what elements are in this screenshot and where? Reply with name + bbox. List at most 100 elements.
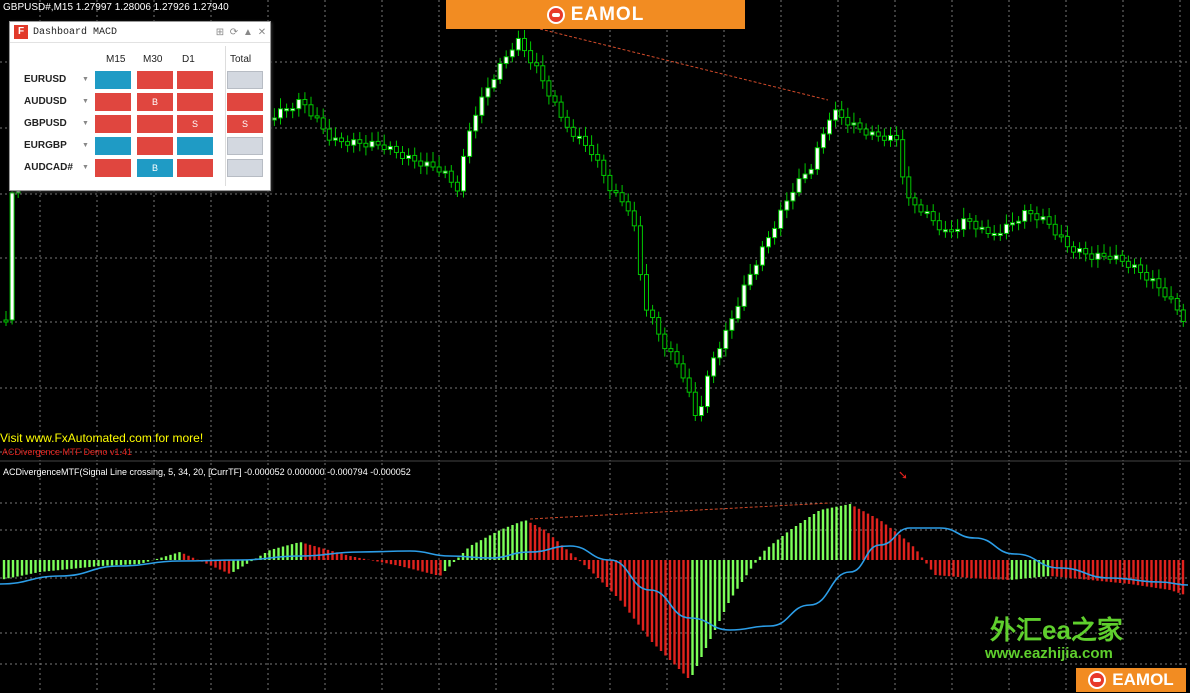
column-header-d1: D1 — [182, 54, 195, 65]
candle-body — [308, 104, 314, 117]
total-cell[interactable] — [227, 159, 263, 177]
signal-cell[interactable]: B — [137, 93, 173, 111]
candle-body — [796, 178, 802, 193]
total-cell[interactable]: S — [227, 115, 263, 133]
candle-body — [881, 135, 887, 141]
candle-body — [546, 80, 552, 97]
candle-body — [393, 145, 399, 153]
grid-icon[interactable]: ⊞ — [214, 27, 226, 38]
total-cell[interactable] — [227, 137, 263, 155]
signal-cell[interactable] — [177, 71, 213, 89]
total-cell[interactable] — [227, 93, 263, 111]
candle-body — [400, 151, 405, 160]
close-icon[interactable]: ✕ — [256, 27, 268, 38]
candle-body — [991, 232, 997, 236]
candle-body — [1052, 223, 1058, 236]
candle-body — [589, 144, 595, 156]
chevron-down-icon[interactable]: ▼ — [82, 142, 89, 149]
candle-body — [387, 145, 393, 150]
bottom-banner-brand: EAMOL — [1112, 670, 1174, 689]
chevron-down-icon[interactable]: ▼ — [82, 98, 89, 105]
candle-body — [1077, 247, 1083, 253]
total-cell[interactable] — [227, 71, 263, 89]
candle-body — [680, 363, 686, 379]
dashboard-title: Dashboard MACD — [33, 26, 118, 38]
candle-body — [644, 274, 649, 311]
pair-label: AUDUSD — [24, 96, 67, 107]
candle-body — [448, 170, 454, 183]
banner-brand: EAMOL — [570, 3, 645, 25]
candle-body — [924, 211, 930, 215]
minimize-icon[interactable]: ▲ — [242, 27, 254, 38]
candle-body — [766, 237, 771, 248]
candle-body — [564, 116, 570, 128]
signal-cell[interactable] — [177, 159, 213, 177]
candle-body — [637, 225, 643, 276]
signal-cell[interactable] — [95, 93, 131, 111]
candle-body — [656, 317, 662, 335]
signal-cell[interactable] — [177, 137, 213, 155]
candle-body — [1144, 271, 1150, 281]
candle-body — [912, 197, 918, 206]
signal-cell[interactable] — [95, 115, 131, 133]
candle-body — [1113, 254, 1119, 260]
candle-body — [1064, 235, 1070, 248]
candle-body — [961, 218, 967, 230]
signal-cell[interactable] — [177, 93, 213, 111]
signal-cell[interactable]: S — [177, 115, 213, 133]
signal-cell[interactable] — [137, 137, 173, 155]
app-icon: F — [14, 25, 28, 39]
candle-body — [430, 161, 436, 168]
candle-body — [412, 154, 418, 162]
candle-body — [552, 95, 558, 103]
candle-body — [936, 220, 942, 231]
candle-body — [363, 142, 369, 148]
candle-body — [973, 220, 979, 230]
candle-body — [375, 140, 381, 146]
candle-body — [851, 122, 857, 126]
candle-body — [497, 63, 503, 80]
chevron-down-icon[interactable]: ▼ — [82, 164, 89, 171]
candle-body — [1028, 210, 1034, 215]
candle-body — [1125, 260, 1131, 268]
candle-body — [723, 329, 729, 350]
chevron-down-icon[interactable]: ▼ — [82, 120, 89, 127]
candle-body — [1022, 210, 1028, 222]
refresh-icon[interactable]: ⟳ — [228, 27, 240, 38]
candle-body — [467, 130, 473, 157]
candle-body — [284, 108, 290, 112]
dashboard-titlebar[interactable]: F Dashboard MACD ⊞ ⟳ ▲ ✕ — [10, 22, 270, 43]
signal-cell[interactable] — [95, 159, 131, 177]
candle-body — [345, 141, 351, 146]
candle-body — [967, 218, 973, 222]
candle-body — [894, 134, 900, 141]
candle-body — [576, 135, 582, 139]
eamol-bottom-banner: EAMOL — [1076, 668, 1186, 692]
signal-cell[interactable]: B — [137, 159, 173, 177]
chevron-down-icon[interactable]: ▼ — [82, 76, 89, 83]
candle-body — [692, 391, 698, 417]
candle-body — [1156, 278, 1162, 289]
candle-body — [705, 375, 710, 408]
signal-cell[interactable] — [137, 115, 173, 133]
candle-body — [1107, 255, 1113, 260]
candle-body — [942, 229, 948, 233]
signal-cell[interactable] — [95, 71, 131, 89]
candle-body — [1034, 213, 1040, 221]
candle-body — [442, 170, 448, 174]
candle-body — [863, 128, 869, 136]
candle-body — [857, 122, 863, 130]
candle-body — [558, 101, 564, 118]
candle-body — [662, 333, 668, 350]
dashboard-panel[interactable]: F Dashboard MACD ⊞ ⟳ ▲ ✕ M15 M30 D1 Tota… — [9, 21, 271, 191]
candle-body — [1089, 253, 1095, 260]
candle-body — [424, 161, 430, 167]
signal-cell[interactable] — [95, 137, 131, 155]
candle-body — [753, 264, 759, 275]
signal-cell[interactable] — [137, 71, 173, 89]
total-separator — [225, 46, 226, 186]
candle-body — [631, 210, 637, 227]
candle-body — [1095, 252, 1101, 260]
watermark-title: 外汇ea之家 — [990, 615, 1123, 645]
candle-body — [949, 229, 954, 233]
